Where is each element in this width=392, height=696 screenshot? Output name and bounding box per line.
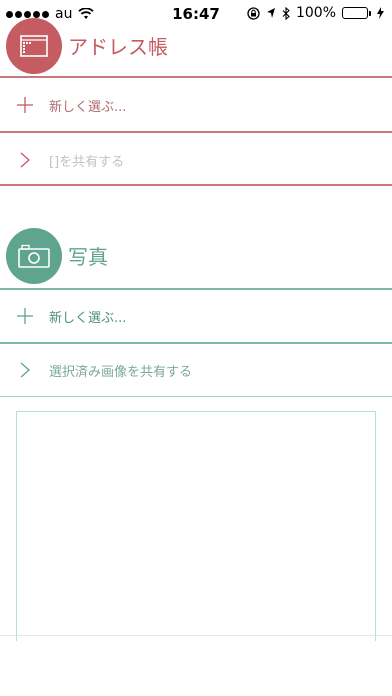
address-section-header: アドレス帳	[0, 18, 392, 74]
photo-section-header: 写真	[0, 228, 392, 284]
address-section-title: アドレス帳	[68, 35, 168, 59]
camera-icon	[6, 228, 62, 284]
plus-icon	[17, 97, 33, 113]
photo-new-select-label: 新しく選ぶ...	[49, 310, 127, 326]
photo-share-row[interactable]: 選択済み画像を共有する	[0, 342, 392, 398]
address-share-row[interactable]: []を共有する	[0, 132, 392, 188]
photo-section-title: 写真	[68, 245, 108, 269]
divider	[0, 396, 392, 397]
address-share-label: []を共有する	[49, 154, 125, 170]
photo-share-label: 選択済み画像を共有する	[49, 364, 193, 380]
plus-icon	[17, 308, 33, 324]
address-book-icon	[6, 18, 62, 74]
chevron-right-icon	[20, 152, 30, 168]
image-preview-area	[16, 411, 376, 641]
chevron-right-icon	[20, 362, 30, 378]
divider	[0, 184, 392, 186]
address-new-select-row[interactable]: 新しく選ぶ...	[0, 77, 392, 133]
photo-new-select-row[interactable]: 新しく選ぶ...	[0, 288, 392, 344]
bottom-divider	[0, 635, 392, 636]
address-new-select-label: 新しく選ぶ...	[49, 99, 127, 115]
